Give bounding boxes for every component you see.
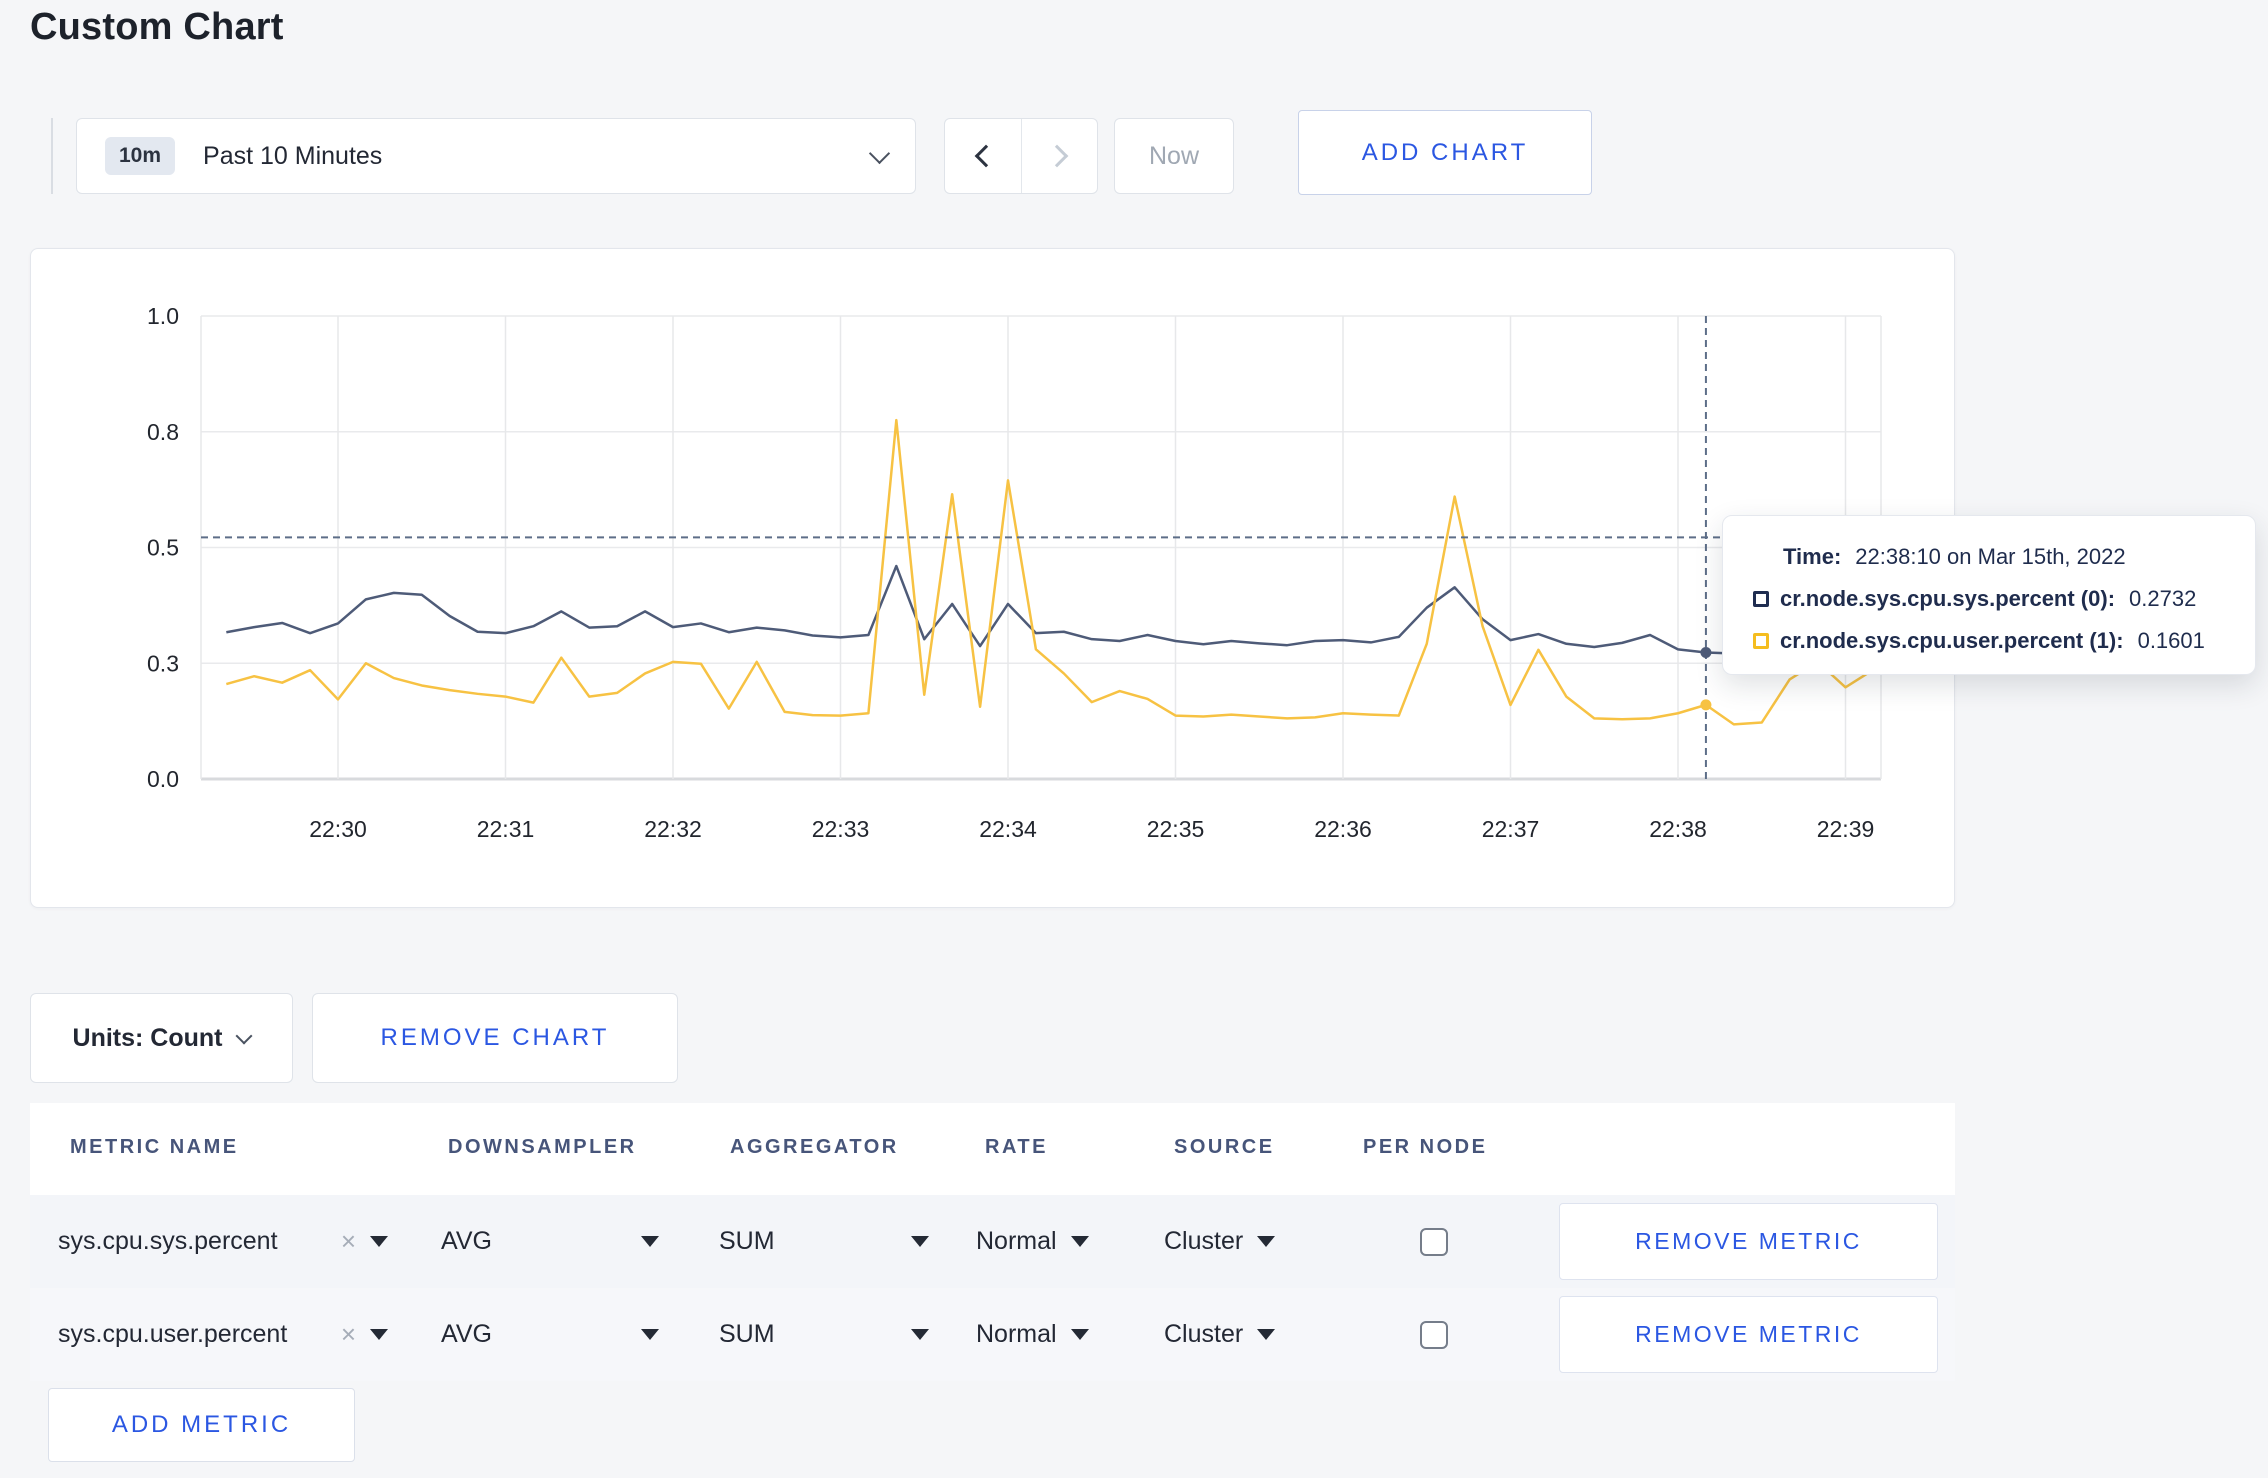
tooltip-series-value: 0.1601 bbox=[2137, 628, 2205, 653]
chevron-right-icon bbox=[1045, 144, 1068, 168]
remove-chart-button[interactable]: REMOVE CHART bbox=[312, 993, 678, 1083]
svg-text:22:38: 22:38 bbox=[1649, 816, 1707, 842]
svg-text:1.0: 1.0 bbox=[147, 303, 179, 329]
chart-tooltip: Time: 22:38:10 on Mar 15th, 2022 cr.node… bbox=[1722, 515, 2256, 675]
svg-text:22:35: 22:35 bbox=[1147, 816, 1205, 842]
chevron-down-icon bbox=[868, 142, 891, 164]
rate-select[interactable]: Normal bbox=[976, 1288, 1089, 1381]
caret-down-icon bbox=[1257, 1236, 1276, 1247]
caret-down-icon bbox=[911, 1329, 929, 1340]
aggregator-select[interactable]: SUM bbox=[719, 1195, 929, 1288]
chevron-left-icon bbox=[974, 144, 998, 168]
tooltip-series-row: cr.node.sys.cpu.user.percent (1): 0.1601 bbox=[1753, 624, 2255, 658]
svg-text:0.0: 0.0 bbox=[147, 766, 179, 792]
col-header-rate: RATE bbox=[985, 1136, 1048, 1158]
caret-down-icon bbox=[1070, 1236, 1089, 1247]
aggregator-select[interactable]: SUM bbox=[719, 1288, 929, 1381]
caret-down-icon bbox=[1257, 1329, 1276, 1340]
svg-text:22:37: 22:37 bbox=[1482, 816, 1540, 842]
downsampler-select[interactable]: AVG bbox=[441, 1288, 659, 1381]
rate-value: Normal bbox=[976, 1320, 1057, 1348]
svg-text:22:36: 22:36 bbox=[1314, 816, 1372, 842]
caret-down-icon bbox=[370, 1236, 388, 1247]
range-step-group bbox=[944, 118, 1098, 194]
clear-metric-icon[interactable]: × bbox=[341, 1226, 356, 1257]
caret-down-icon bbox=[370, 1329, 388, 1340]
chart-svg[interactable]: 0.0 0.3 0.5 0.8 1.0 22:30 22:31 22:32 22:33 22:34… bbox=[31, 249, 1956, 909]
svg-text:22:31: 22:31 bbox=[477, 816, 535, 842]
metrics-table-header: METRIC NAME DOWNSAMPLER AGGREGATOR RATE … bbox=[30, 1103, 1955, 1195]
source-value: Cluster bbox=[1164, 1227, 1244, 1255]
svg-text:22:30: 22:30 bbox=[309, 816, 367, 842]
tooltip-time-row: Time: 22:38:10 on Mar 15th, 2022 bbox=[1753, 540, 2255, 574]
downsampler-value: AVG bbox=[441, 1320, 492, 1348]
table-row: sys.cpu.user.percent × AVG SUM Normal Cl… bbox=[30, 1288, 1955, 1381]
svg-text:22:39: 22:39 bbox=[1817, 816, 1875, 842]
remove-metric-button[interactable]: REMOVE METRIC bbox=[1559, 1296, 1938, 1373]
tooltip-series-row: cr.node.sys.cpu.sys.percent (0): 0.2732 bbox=[1753, 582, 2255, 616]
downsampler-select[interactable]: AVG bbox=[441, 1195, 659, 1288]
tooltip-series-value: 0.2732 bbox=[2129, 586, 2197, 611]
svg-text:22:32: 22:32 bbox=[644, 816, 702, 842]
svg-text:22:34: 22:34 bbox=[979, 816, 1037, 842]
tooltip-series-name: cr.node.sys.cpu.sys.percent (0): bbox=[1780, 586, 2116, 611]
chevron-down-icon bbox=[235, 1027, 253, 1044]
clear-metric-icon[interactable]: × bbox=[341, 1319, 356, 1350]
units-dropdown[interactable]: Units: Count bbox=[30, 993, 293, 1083]
metric-name-value: sys.cpu.sys.percent bbox=[58, 1227, 278, 1255]
per-node-checkbox[interactable] bbox=[1420, 1228, 1448, 1256]
time-range-dropdown[interactable]: 10m Past 10 Minutes bbox=[76, 118, 916, 194]
per-node-checkbox[interactable] bbox=[1420, 1321, 1448, 1349]
downsampler-value: AVG bbox=[441, 1227, 492, 1255]
col-header-source: SOURCE bbox=[1174, 1136, 1275, 1158]
aggregator-value: SUM bbox=[719, 1227, 775, 1255]
rate-select[interactable]: Normal bbox=[976, 1195, 1089, 1288]
svg-text:0.3: 0.3 bbox=[147, 650, 179, 676]
caret-down-icon bbox=[641, 1329, 659, 1340]
aggregator-value: SUM bbox=[719, 1320, 775, 1348]
table-row: sys.cpu.sys.percent × AVG SUM Normal Clu… bbox=[30, 1195, 1955, 1288]
remove-metric-button[interactable]: REMOVE METRIC bbox=[1559, 1203, 1938, 1280]
metric-name-value: sys.cpu.user.percent bbox=[58, 1320, 288, 1348]
units-label: Units: Count bbox=[72, 1023, 223, 1052]
svg-text:0.5: 0.5 bbox=[147, 535, 179, 561]
source-select[interactable]: Cluster bbox=[1164, 1288, 1276, 1381]
page-title: Custom Chart bbox=[30, 6, 284, 48]
svg-text:0.8: 0.8 bbox=[147, 419, 179, 445]
col-header-downsampler: DOWNSAMPLER bbox=[448, 1136, 637, 1158]
range-prev-button[interactable] bbox=[945, 119, 1021, 193]
metric-name-select[interactable]: sys.cpu.user.percent × bbox=[58, 1288, 388, 1381]
source-select[interactable]: Cluster bbox=[1164, 1195, 1276, 1288]
tooltip-time-label: Time: bbox=[1783, 544, 1842, 569]
now-button[interactable]: Now bbox=[1114, 118, 1234, 194]
col-header-per-node: PER NODE bbox=[1363, 1136, 1488, 1158]
time-range-label: Past 10 Minutes bbox=[203, 141, 383, 170]
caret-down-icon bbox=[911, 1236, 929, 1247]
toolbar-divider bbox=[51, 118, 53, 194]
tooltip-time-value: 22:38:10 on Mar 15th, 2022 bbox=[1855, 544, 2126, 569]
caret-down-icon bbox=[1070, 1329, 1089, 1340]
col-header-aggregator: AGGREGATOR bbox=[730, 1136, 899, 1158]
rate-value: Normal bbox=[976, 1227, 1057, 1255]
series-user-swatch-icon bbox=[1753, 633, 1769, 649]
time-range-badge: 10m bbox=[105, 137, 176, 175]
col-header-metric-name: METRIC NAME bbox=[70, 1136, 239, 1158]
caret-down-icon bbox=[641, 1236, 659, 1247]
chart-card: 0.0 0.3 0.5 0.8 1.0 22:30 22:31 22:32 22:33 22:34… bbox=[30, 248, 1955, 908]
source-value: Cluster bbox=[1164, 1320, 1244, 1348]
svg-text:22:33: 22:33 bbox=[812, 816, 870, 842]
tooltip-series-name: cr.node.sys.cpu.user.percent (1): bbox=[1780, 628, 2124, 653]
series-sys-swatch-icon bbox=[1753, 591, 1769, 607]
metric-name-select[interactable]: sys.cpu.sys.percent × bbox=[58, 1195, 388, 1288]
range-next-button[interactable] bbox=[1021, 119, 1097, 193]
add-metric-button[interactable]: ADD METRIC bbox=[48, 1388, 355, 1462]
add-chart-button[interactable]: ADD CHART bbox=[1298, 110, 1592, 195]
